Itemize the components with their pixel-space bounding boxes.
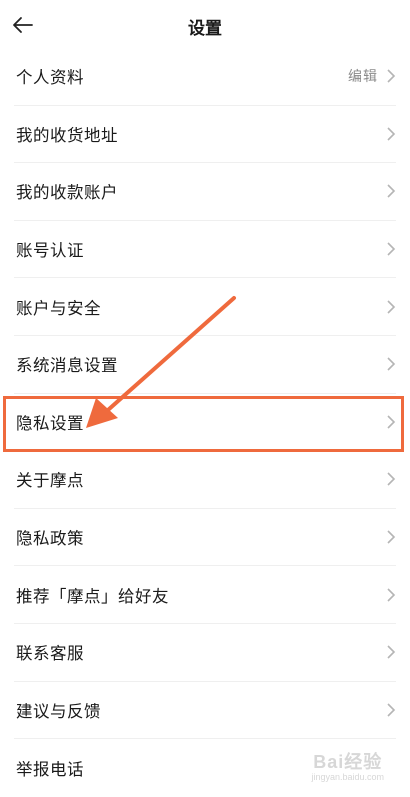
header: 设置	[0, 0, 410, 50]
settings-item-label: 我的收款账户	[16, 183, 118, 203]
settings-item-profile[interactable]: 个人资料 编辑	[14, 48, 396, 106]
watermark: Bai经验 jingyan.baidu.com	[311, 748, 384, 782]
settings-item-label: 系统消息设置	[16, 356, 118, 376]
settings-item-recommend-friends[interactable]: 推荐「摩点」给好友	[14, 566, 396, 624]
settings-item-label: 联系客服	[16, 644, 84, 664]
chevron-right-icon	[387, 69, 396, 83]
chevron-right-icon	[387, 357, 396, 371]
settings-item-label: 账号认证	[16, 241, 84, 261]
settings-item-system-messages[interactable]: 系统消息设置	[14, 336, 396, 394]
settings-item-privacy-policy[interactable]: 隐私政策	[14, 509, 396, 567]
chevron-right-icon	[387, 127, 396, 141]
settings-item-payment-account[interactable]: 我的收款账户	[14, 163, 396, 221]
chevron-right-icon	[387, 530, 396, 544]
chevron-right-icon	[387, 415, 396, 429]
settings-item-label: 账户与安全	[16, 298, 101, 318]
settings-item-feedback[interactable]: 建议与反馈	[14, 682, 396, 740]
chevron-right-icon	[387, 472, 396, 487]
watermark-url: jingyan.baidu.com	[311, 772, 384, 782]
settings-list: 个人资料 编辑 我的收货地址 我的收款账户 账号认证 账户与安全 系统消息设置	[0, 48, 410, 797]
settings-item-account-security[interactable]: 账户与安全	[14, 278, 396, 336]
settings-item-account-verification[interactable]: 账号认证	[14, 221, 396, 279]
settings-item-customer-service[interactable]: 联系客服	[14, 624, 396, 682]
settings-item-label: 我的收货地址	[16, 125, 118, 145]
chevron-right-icon	[387, 300, 396, 314]
settings-item-label: 个人资料	[16, 68, 84, 88]
watermark-logo: Bai经验	[313, 752, 383, 772]
settings-item-label: 隐私设置	[16, 413, 84, 433]
chevron-right-icon	[387, 703, 396, 717]
settings-item-label: 举报电话	[16, 759, 84, 779]
settings-item-label: 推荐「摩点」给好友	[16, 586, 169, 606]
edit-link[interactable]: 编辑	[348, 66, 378, 86]
settings-item-label: 隐私政策	[16, 529, 84, 549]
settings-item-label: 建议与反馈	[16, 701, 101, 721]
settings-item-about[interactable]: 关于摩点	[14, 451, 396, 509]
chevron-right-icon	[387, 645, 396, 659]
chevron-right-icon	[387, 184, 396, 199]
page-title: 设置	[188, 19, 222, 39]
settings-item-label: 关于摩点	[16, 471, 84, 491]
settings-item-privacy-settings[interactable]: 隐私设置	[14, 394, 396, 452]
chevron-right-icon	[387, 242, 396, 256]
settings-item-shipping-address[interactable]: 我的收货地址	[14, 106, 396, 164]
chevron-right-icon	[387, 588, 396, 602]
